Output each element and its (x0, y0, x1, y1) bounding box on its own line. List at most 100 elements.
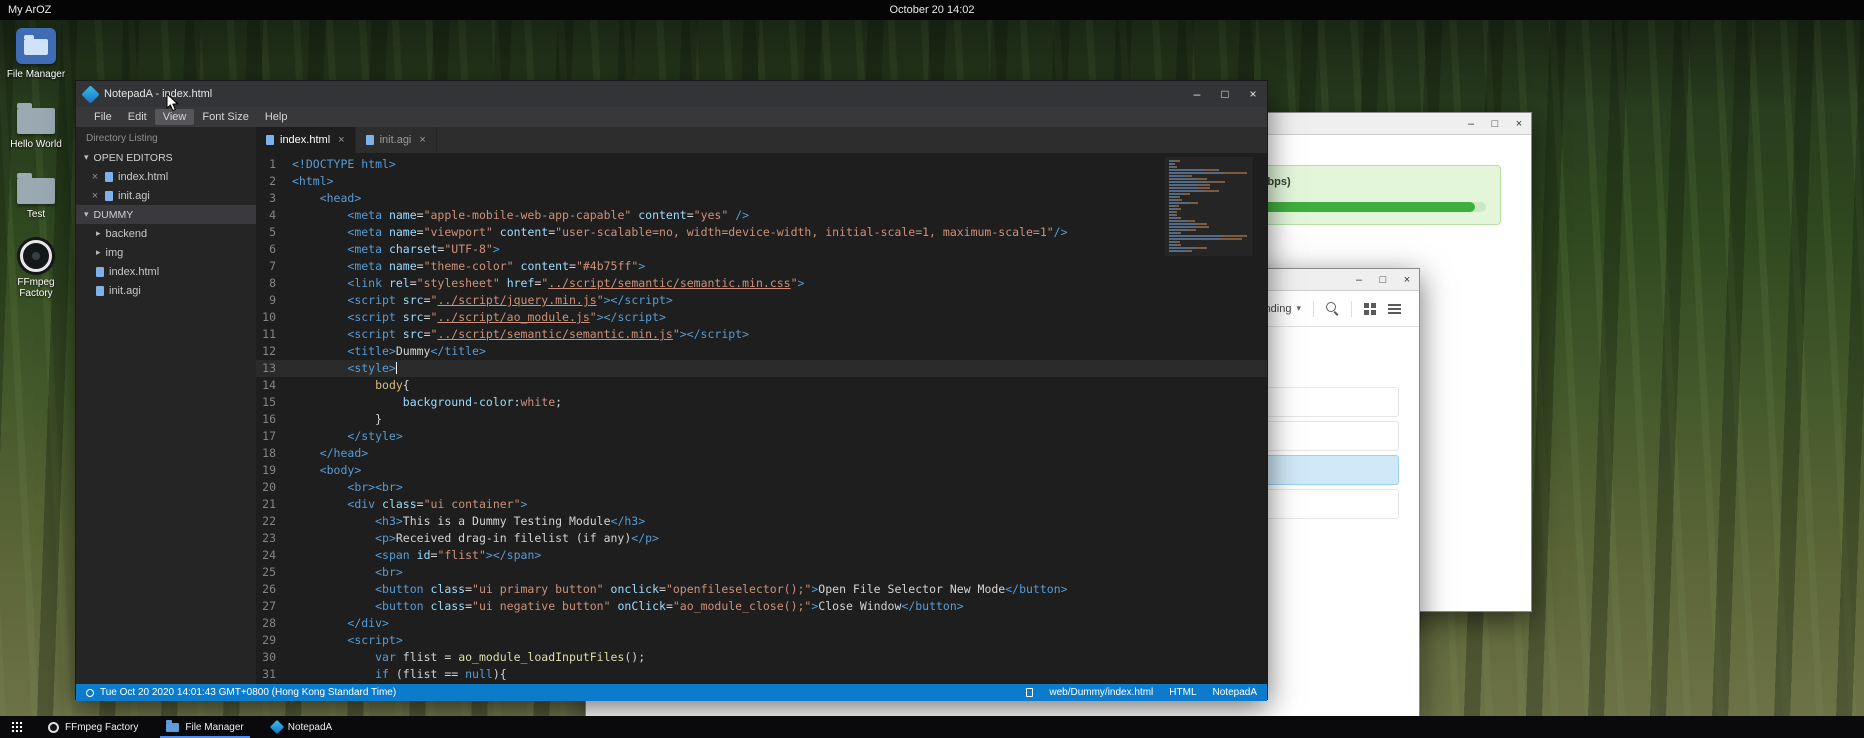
minimap-line (1169, 193, 1190, 195)
record-circle-icon (20, 240, 52, 272)
close-tab-icon[interactable]: × (338, 134, 344, 146)
tab-label: init.agi (380, 134, 412, 146)
open-editor-item[interactable]: ×index.html (76, 167, 256, 186)
taskbar-item-file-manager[interactable]: File Manager (152, 716, 257, 738)
desktop-icon-test[interactable]: Test (2, 170, 70, 220)
menu-edit[interactable]: Edit (120, 109, 155, 125)
menu-font-size[interactable]: Font Size (194, 109, 256, 125)
close-icon[interactable]: × (1239, 81, 1267, 107)
line-number: 23 (256, 530, 292, 547)
file-icon (1026, 688, 1033, 697)
search-icon[interactable] (1326, 302, 1339, 315)
code-line: 20 <br><br> (256, 479, 1267, 496)
minimap-line (1169, 244, 1181, 246)
menu-file[interactable]: File (86, 109, 120, 125)
minimize-icon[interactable]: – (1347, 269, 1371, 291)
minimap[interactable] (1165, 157, 1253, 256)
status-language: HTML (1169, 687, 1196, 698)
code-text: <div class="ui container"> (292, 497, 527, 511)
tree-item-index.html[interactable]: index.html (76, 262, 256, 281)
code-text: <button class="ui primary button" onclic… (292, 582, 1068, 596)
open-editors-section[interactable]: ▾ OPEN EDITORS (76, 148, 256, 167)
line-number: 20 (256, 479, 292, 496)
notepada-titlebar[interactable]: NotepadA - index.html – □ × (76, 81, 1267, 107)
code-line: 7 <meta name="theme-color" content="#4b7… (256, 258, 1267, 275)
start-menu-label[interactable]: My ArOZ (8, 4, 51, 16)
sidebar: Directory Listing ▾ OPEN EDITORS ×index.… (76, 127, 256, 684)
top-bar: My ArOZ October 20 14:02 (0, 0, 1864, 20)
line-number: 18 (256, 445, 292, 462)
minimap-line (1169, 181, 1225, 183)
code-text: var flist = ao_module_loadInputFiles(); (292, 650, 645, 664)
code-area[interactable]: 1<!DOCTYPE html>2<html>3 <head>4 <meta n… (256, 153, 1267, 684)
taskbar-item-ffmpeg-factory[interactable]: FFmpeg Factory (34, 716, 152, 738)
minimap-line (1169, 163, 1175, 165)
chevron-right-icon: ▸ (96, 247, 101, 258)
close-icon[interactable]: × (1507, 113, 1531, 135)
maximize-icon[interactable]: □ (1483, 113, 1507, 135)
code-line: 3 <head> (256, 190, 1267, 207)
code-text: <span id="flist"></span> (292, 548, 541, 562)
code-line: 10 <script src="../script/ao_module.js">… (256, 309, 1267, 326)
minimap-line (1169, 211, 1177, 213)
tab-init.agi[interactable]: init.agi × (356, 127, 437, 153)
code-text: </div> (292, 616, 389, 630)
close-file-icon[interactable]: × (90, 171, 100, 183)
code-line: 4 <meta name="apple-mobile-web-app-capab… (256, 207, 1267, 224)
line-number: 3 (256, 190, 292, 207)
line-number: 30 (256, 649, 292, 666)
close-tab-icon[interactable]: × (419, 134, 425, 146)
code-line: 21 <div class="ui container"> (256, 496, 1267, 513)
maximize-icon[interactable]: □ (1211, 81, 1239, 107)
folder-icon (166, 723, 179, 732)
window-title: NotepadA - index.html (104, 88, 212, 100)
line-number: 16 (256, 411, 292, 428)
open-editor-item[interactable]: ×init.agi (76, 186, 256, 205)
minimap-line (1169, 235, 1247, 237)
item-name: img (106, 247, 124, 259)
taskbar-items: FFmpeg FactoryFile ManagerNotepadA (34, 716, 346, 738)
maximize-icon[interactable]: □ (1371, 269, 1395, 291)
editor: index.html×init.agi× 1<!DOCTYPE html>2<h… (256, 127, 1267, 684)
record-circle-icon (48, 722, 59, 733)
item-name: backend (106, 228, 148, 240)
folder-dummy[interactable]: ▾ DUMMY (76, 205, 256, 224)
list-view-icon[interactable] (1388, 304, 1401, 314)
line-number: 7 (256, 258, 292, 275)
code-text: <link rel="stylesheet" href="../script/s… (292, 276, 804, 290)
minimize-icon[interactable]: – (1459, 113, 1483, 135)
taskbar-item-notepada[interactable]: NotepadA (258, 716, 346, 738)
minimap-line (1169, 241, 1180, 243)
apps-grid-icon (11, 721, 23, 733)
code-text: <style> (292, 361, 397, 375)
minimap-line (1169, 169, 1219, 171)
minimize-icon[interactable]: – (1183, 81, 1211, 107)
menu-help[interactable]: Help (257, 109, 296, 125)
start-button[interactable] (0, 716, 34, 738)
menu-view[interactable]: View (155, 109, 195, 125)
notepada-window: NotepadA - index.html – □ × File Edit Vi… (75, 80, 1268, 700)
code-text: <html> (292, 174, 334, 188)
code-line: 22 <h3>This is a Dummy Testing Module</h… (256, 513, 1267, 530)
line-number: 22 (256, 513, 292, 530)
minimap-line (1169, 238, 1242, 240)
minimap-line (1169, 220, 1195, 222)
grid-view-icon[interactable] (1364, 303, 1376, 315)
desktop-icon-hello-world[interactable]: Hello World (2, 100, 70, 150)
minimap-line (1169, 214, 1177, 216)
tree-item-init.agi[interactable]: init.agi (76, 281, 256, 300)
code-line: 6 <meta charset="UTF-8"> (256, 241, 1267, 258)
close-icon[interactable]: × (1395, 269, 1419, 291)
desktop-icon-file-manager[interactable]: File Manager (2, 28, 70, 80)
line-number: 25 (256, 564, 292, 581)
tab-index.html[interactable]: index.html× (256, 127, 356, 153)
minimap-line (1169, 250, 1192, 252)
code-text: <script src="../script/jquery.min.js"></… (292, 293, 673, 307)
code-text: <meta name="viewport" content="user-scal… (292, 225, 1068, 239)
tree-item-img[interactable]: ▸ img (76, 243, 256, 262)
tree-item-backend[interactable]: ▸backend (76, 224, 256, 243)
desktop-icon-ffmpeg-factory[interactable]: FFmpeg Factory (2, 240, 70, 299)
line-number: 4 (256, 207, 292, 224)
folder-icon (17, 178, 55, 204)
close-file-icon[interactable]: × (90, 190, 100, 202)
